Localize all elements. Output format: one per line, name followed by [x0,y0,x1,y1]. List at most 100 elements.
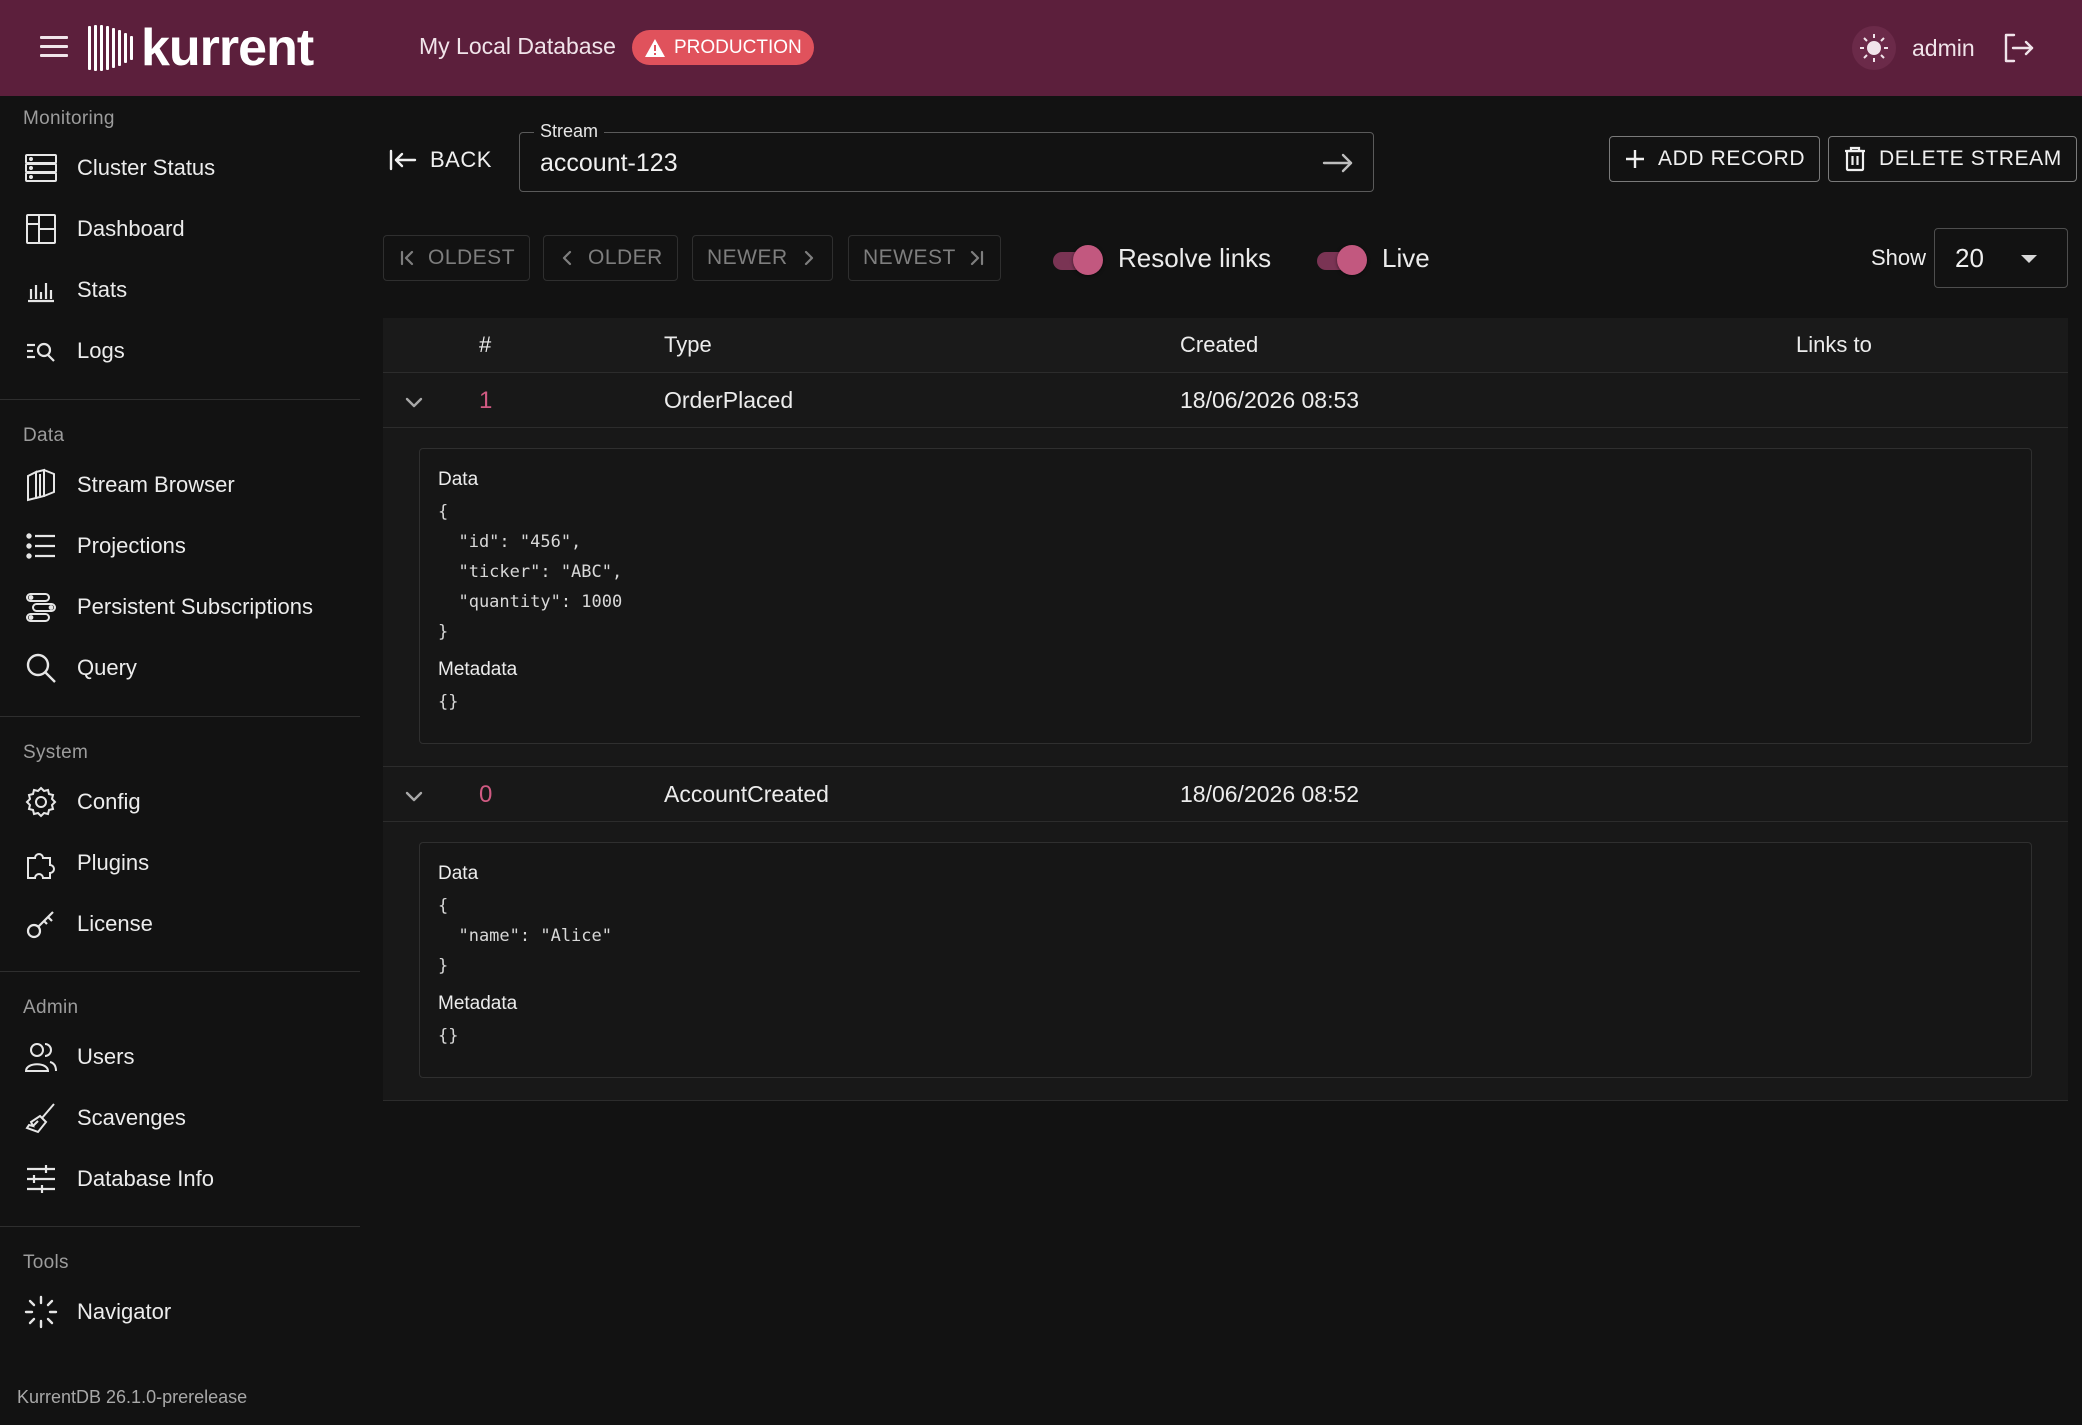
newest-label: NEWEST [863,246,956,269]
first-page-icon [400,250,414,266]
last-page-icon [970,250,983,266]
event-metadata-json: {} [438,1026,459,1046]
chevron-left-icon [562,250,572,266]
arrow-right-icon[interactable] [1321,147,1355,179]
nav-heading: Tools [23,1252,69,1273]
stream-field-label: Stream [534,121,605,142]
sidebar-item-label: Navigator [77,1298,172,1324]
resolve-links-label: Resolve links [1118,243,1272,273]
sidebar-item-database-info[interactable]: Database Info [0,1148,360,1209]
sidebar-item-projections[interactable]: Projections [0,515,360,576]
oldest-label: OLDEST [428,246,516,269]
event-number: 1 [479,387,493,414]
page-size-select[interactable]: 20 [1934,228,2068,288]
loader-icon [24,1295,58,1329]
nav-section-tools: Tools Navigator [0,1248,360,1342]
table-row[interactable]: 1 OrderPlaced 18/06/2026 08:53 [383,373,2068,428]
sidebar-item-navigator[interactable]: Navigator [0,1281,360,1342]
nav-divider [0,399,360,400]
sidebar-item-config[interactable]: Config [0,771,360,832]
sidebar-item-label: Plugins [77,849,150,875]
users-icon [24,1040,58,1074]
sidebar-item-stream-browser[interactable]: Stream Browser [0,454,360,515]
nav-section-monitoring: Monitoring Cluster Status Dashboard Stat… [0,104,360,381]
nav-heading: System [23,742,89,763]
newest-button[interactable]: NEWEST [848,235,1001,281]
sidebar-item-persistent-subscriptions[interactable]: Persistent Subscriptions [0,576,360,637]
trash-icon [1845,146,1865,172]
chevron-down-icon[interactable] [401,783,427,809]
nav-divider [0,971,360,972]
logo: kurrent [88,22,314,74]
puzzle-icon [24,846,58,880]
sidebar-item-label: Projections [77,532,186,558]
events-table: # Type Created Links to 1 OrderPlaced 18… [383,318,2068,1101]
logout-icon[interactable] [2000,30,2036,66]
event-type: OrderPlaced [664,387,794,413]
stream-input[interactable] [540,143,1300,183]
log-search-icon [24,334,58,368]
theme-toggle-button[interactable] [1852,26,1896,70]
sidebar-item-label: Users [77,1043,135,1069]
event-data-json: { "id": "456", "ticker": "ABC", "quantit… [438,502,623,642]
event-detail-box: Data { "id": "456", "ticker": "ABC", "qu… [419,448,2032,744]
logo-mark [88,25,133,71]
user-name: admin [1912,35,1975,61]
event-data-json: { "name": "Alice" } [438,896,612,976]
newer-button[interactable]: NEWER [692,235,833,281]
sidebar-item-label: Scavenges [77,1104,186,1130]
sidebar-item-license[interactable]: License [0,893,360,954]
sidebar-item-dashboard[interactable]: Dashboard [0,198,360,259]
sidebar-item-query[interactable]: Query [0,637,360,698]
data-label: Data [438,469,479,490]
sidebar-item-label: Config [77,788,141,814]
sidebar-item-users[interactable]: Users [0,1026,360,1087]
database-name: My Local Database [419,33,616,59]
nav-heading: Monitoring [23,108,115,129]
back-button[interactable]: BACK [388,140,492,180]
sidebar-item-cluster-status[interactable]: Cluster Status [0,137,360,198]
oldest-button[interactable]: OLDEST [383,235,531,281]
menu-icon[interactable] [34,30,74,66]
sidebar-item-scavenges[interactable]: Scavenges [0,1087,360,1148]
sliders-icon [24,1162,58,1196]
stream-icon [24,468,58,502]
broom-icon [24,1101,58,1135]
event-created: 18/06/2026 08:53 [1180,387,1360,413]
nav-heading: Data [23,425,65,446]
dashboard-icon [24,212,58,246]
sidebar-item-plugins[interactable]: Plugins [0,832,360,893]
sidebar-item-label: Dashboard [77,215,185,241]
resolve-links-toggle[interactable] [1049,242,1105,276]
bar-chart-icon [24,273,58,307]
app-version: KurrentDB 26.1.0-prerelease [17,1387,248,1407]
delete-stream-button[interactable]: DELETE STREAM [1828,136,2077,182]
column-header-created: Created [1180,332,1259,357]
nav-divider [0,716,360,717]
nav-section-admin: Admin Users Scavenges Database Info [0,993,360,1209]
live-toggle[interactable] [1313,242,1369,276]
column-header-number: # [479,332,492,357]
toggle-knob [1337,245,1367,275]
sidebar-item-label: Database Info [77,1165,214,1191]
environment-badge: PRODUCTION [632,30,814,65]
nav-heading: Admin [23,997,79,1018]
server-icon [24,151,58,185]
event-type: AccountCreated [664,781,829,807]
sidebar: Monitoring Cluster Status Dashboard Stat… [0,96,360,1425]
sidebar-item-logs[interactable]: Logs [0,320,360,381]
caret-down-icon [2021,255,2037,263]
sidebar-item-stats[interactable]: Stats [0,259,360,320]
older-button[interactable]: OLDER [543,235,678,281]
plus-icon [1626,150,1644,168]
table-row[interactable]: 0 AccountCreated 18/06/2026 08:52 [383,767,2068,822]
add-record-button[interactable]: ADD RECORD [1609,136,1821,182]
sidebar-item-label: Logs [77,337,125,363]
top-app-bar: kurrent My Local Database PRODUCTION adm… [0,0,2082,96]
event-metadata-json: {} [438,692,459,712]
sun-icon [1860,34,1888,62]
subscriptions-icon [24,590,58,624]
chevron-down-icon[interactable] [401,389,427,415]
gear-icon [24,785,58,819]
data-label: Data [438,863,479,884]
